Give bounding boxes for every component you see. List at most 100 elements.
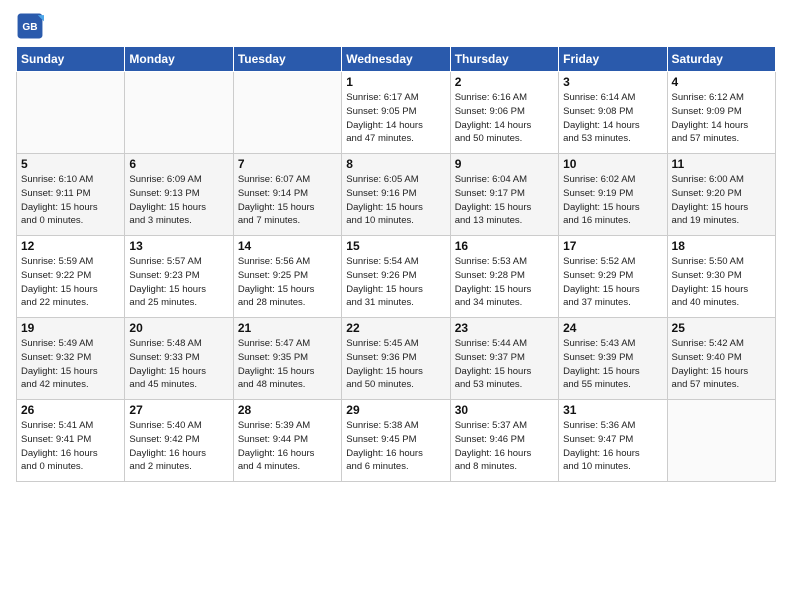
day-header-monday: Monday — [125, 47, 233, 72]
day-info: Sunrise: 5:40 AMSunset: 9:42 PMDaylight:… — [129, 419, 228, 474]
calendar-cell: 30 Sunrise: 5:37 AMSunset: 9:46 PMDayligh… — [450, 400, 558, 482]
day-header-tuesday: Tuesday — [233, 47, 341, 72]
calendar-table: SundayMondayTuesdayWednesdayThursdayFrid… — [16, 46, 776, 482]
day-number: 24 — [563, 321, 662, 335]
calendar-cell: 21 Sunrise: 5:47 AMSunset: 9:35 PMDayligh… — [233, 318, 341, 400]
day-info: Sunrise: 5:43 AMSunset: 9:39 PMDaylight:… — [563, 337, 662, 392]
calendar-cell: 11 Sunrise: 6:00 AMSunset: 9:20 PMDayligh… — [667, 154, 775, 236]
calendar-cell: 18 Sunrise: 5:50 AMSunset: 9:30 PMDayligh… — [667, 236, 775, 318]
day-number: 27 — [129, 403, 228, 417]
calendar-cell: 7Sunrise: 6:07 AMSunset: 9:14 PMDaylight… — [233, 154, 341, 236]
day-header-thursday: Thursday — [450, 47, 558, 72]
calendar-cell — [667, 400, 775, 482]
calendar-cell: 17 Sunrise: 5:52 AMSunset: 9:29 PMDayligh… — [559, 236, 667, 318]
day-number: 2 — [455, 75, 554, 89]
day-info: Sunrise: 5:52 AMSunset: 9:29 PMDaylight:… — [563, 255, 662, 310]
day-info: Sunrise: 5:57 AMSunset: 9:23 PMDaylight:… — [129, 255, 228, 310]
day-number: 8 — [346, 157, 445, 171]
calendar-cell: 1Sunrise: 6:17 AMSunset: 9:05 PMDaylight… — [342, 72, 450, 154]
day-number: 28 — [238, 403, 337, 417]
day-info: Sunrise: 6:05 AMSunset: 9:16 PMDaylight:… — [346, 173, 445, 228]
day-info: Sunrise: 6:07 AMSunset: 9:14 PMDaylight:… — [238, 173, 337, 228]
day-number: 26 — [21, 403, 120, 417]
header-row: SundayMondayTuesdayWednesdayThursdayFrid… — [17, 47, 776, 72]
day-number: 25 — [672, 321, 771, 335]
day-info: Sunrise: 5:47 AMSunset: 9:35 PMDaylight:… — [238, 337, 337, 392]
page: GB SundayMondayTuesdayWednesdayThursdayF… — [0, 0, 792, 612]
day-number: 5 — [21, 157, 120, 171]
day-info: Sunrise: 5:54 AMSunset: 9:26 PMDaylight:… — [346, 255, 445, 310]
day-number: 10 — [563, 157, 662, 171]
day-number: 3 — [563, 75, 662, 89]
day-info: Sunrise: 5:44 AMSunset: 9:37 PMDaylight:… — [455, 337, 554, 392]
day-number: 18 — [672, 239, 771, 253]
day-info: Sunrise: 6:02 AMSunset: 9:19 PMDaylight:… — [563, 173, 662, 228]
day-info: Sunrise: 6:12 AMSunset: 9:09 PMDaylight:… — [672, 91, 771, 146]
day-info: Sunrise: 5:39 AMSunset: 9:44 PMDaylight:… — [238, 419, 337, 474]
calendar-cell: 12Sunrise: 5:59 AMSunset: 9:22 PMDayligh… — [17, 236, 125, 318]
calendar-cell — [125, 72, 233, 154]
day-number: 20 — [129, 321, 228, 335]
week-row-1: 1Sunrise: 6:17 AMSunset: 9:05 PMDaylight… — [17, 72, 776, 154]
day-info: Sunrise: 6:16 AMSunset: 9:06 PMDaylight:… — [455, 91, 554, 146]
day-number: 17 — [563, 239, 662, 253]
calendar-cell: 2 Sunrise: 6:16 AMSunset: 9:06 PMDaylight… — [450, 72, 558, 154]
calendar-cell: 5 Sunrise: 6:10 AMSunset: 9:11 PMDaylight… — [17, 154, 125, 236]
calendar-cell: 26 Sunrise: 5:41 AMSunset: 9:41 PMDayligh… — [17, 400, 125, 482]
day-number: 9 — [455, 157, 554, 171]
day-number: 14 — [238, 239, 337, 253]
day-info: Sunrise: 6:14 AMSunset: 9:08 PMDaylight:… — [563, 91, 662, 146]
calendar-cell: 24 Sunrise: 5:43 AMSunset: 9:39 PMDayligh… — [559, 318, 667, 400]
calendar-cell — [233, 72, 341, 154]
day-number: 23 — [455, 321, 554, 335]
day-header-friday: Friday — [559, 47, 667, 72]
day-info: Sunrise: 5:49 AMSunset: 9:32 PMDaylight:… — [21, 337, 120, 392]
day-info: Sunrise: 5:45 AMSunset: 9:36 PMDaylight:… — [346, 337, 445, 392]
day-info: Sunrise: 5:48 AMSunset: 9:33 PMDaylight:… — [129, 337, 228, 392]
day-info: Sunrise: 6:17 AMSunset: 9:05 PMDaylight:… — [346, 91, 445, 146]
calendar-cell: 16 Sunrise: 5:53 AMSunset: 9:28 PMDayligh… — [450, 236, 558, 318]
day-info: Sunrise: 5:50 AMSunset: 9:30 PMDaylight:… — [672, 255, 771, 310]
day-number: 22 — [346, 321, 445, 335]
logo-icon: GB — [16, 12, 44, 40]
day-number: 12 — [21, 239, 120, 253]
day-header-wednesday: Wednesday — [342, 47, 450, 72]
day-header-saturday: Saturday — [667, 47, 775, 72]
calendar-cell: 10 Sunrise: 6:02 AMSunset: 9:19 PMDayligh… — [559, 154, 667, 236]
calendar-cell: 6 Sunrise: 6:09 AMSunset: 9:13 PMDaylight… — [125, 154, 233, 236]
header: GB — [16, 12, 776, 40]
calendar-cell: 31Sunrise: 5:36 AMSunset: 9:47 PMDayligh… — [559, 400, 667, 482]
week-row-2: 5 Sunrise: 6:10 AMSunset: 9:11 PMDaylight… — [17, 154, 776, 236]
calendar-cell: 8 Sunrise: 6:05 AMSunset: 9:16 PMDaylight… — [342, 154, 450, 236]
day-info: Sunrise: 5:56 AMSunset: 9:25 PMDaylight:… — [238, 255, 337, 310]
calendar-cell: 25 Sunrise: 5:42 AMSunset: 9:40 PMDayligh… — [667, 318, 775, 400]
day-number: 30 — [455, 403, 554, 417]
day-number: 16 — [455, 239, 554, 253]
day-info: Sunrise: 5:53 AMSunset: 9:28 PMDaylight:… — [455, 255, 554, 310]
svg-text:GB: GB — [22, 22, 37, 33]
day-number: 29 — [346, 403, 445, 417]
day-info: Sunrise: 5:38 AMSunset: 9:45 PMDaylight:… — [346, 419, 445, 474]
day-info: Sunrise: 6:10 AMSunset: 9:11 PMDaylight:… — [21, 173, 120, 228]
day-info: Sunrise: 6:09 AMSunset: 9:13 PMDaylight:… — [129, 173, 228, 228]
week-row-5: 26 Sunrise: 5:41 AMSunset: 9:41 PMDayligh… — [17, 400, 776, 482]
calendar-cell: 15Sunrise: 5:54 AMSunset: 9:26 PMDayligh… — [342, 236, 450, 318]
calendar-cell: 9Sunrise: 6:04 AMSunset: 9:17 PMDaylight… — [450, 154, 558, 236]
day-number: 21 — [238, 321, 337, 335]
day-info: Sunrise: 5:42 AMSunset: 9:40 PMDaylight:… — [672, 337, 771, 392]
calendar-cell: 3 Sunrise: 6:14 AMSunset: 9:08 PMDaylight… — [559, 72, 667, 154]
day-number: 11 — [672, 157, 771, 171]
week-row-3: 12Sunrise: 5:59 AMSunset: 9:22 PMDayligh… — [17, 236, 776, 318]
calendar-cell: 13 Sunrise: 5:57 AMSunset: 9:23 PMDayligh… — [125, 236, 233, 318]
calendar-cell: 19Sunrise: 5:49 AMSunset: 9:32 PMDayligh… — [17, 318, 125, 400]
day-number: 6 — [129, 157, 228, 171]
day-number: 13 — [129, 239, 228, 253]
calendar-cell — [17, 72, 125, 154]
calendar-cell: 27 Sunrise: 5:40 AMSunset: 9:42 PMDayligh… — [125, 400, 233, 482]
day-info: Sunrise: 5:41 AMSunset: 9:41 PMDaylight:… — [21, 419, 120, 474]
day-header-sunday: Sunday — [17, 47, 125, 72]
calendar-cell: 28 Sunrise: 5:39 AMSunset: 9:44 PMDayligh… — [233, 400, 341, 482]
day-info: Sunrise: 6:00 AMSunset: 9:20 PMDaylight:… — [672, 173, 771, 228]
day-number: 31 — [563, 403, 662, 417]
day-info: Sunrise: 5:37 AMSunset: 9:46 PMDaylight:… — [455, 419, 554, 474]
